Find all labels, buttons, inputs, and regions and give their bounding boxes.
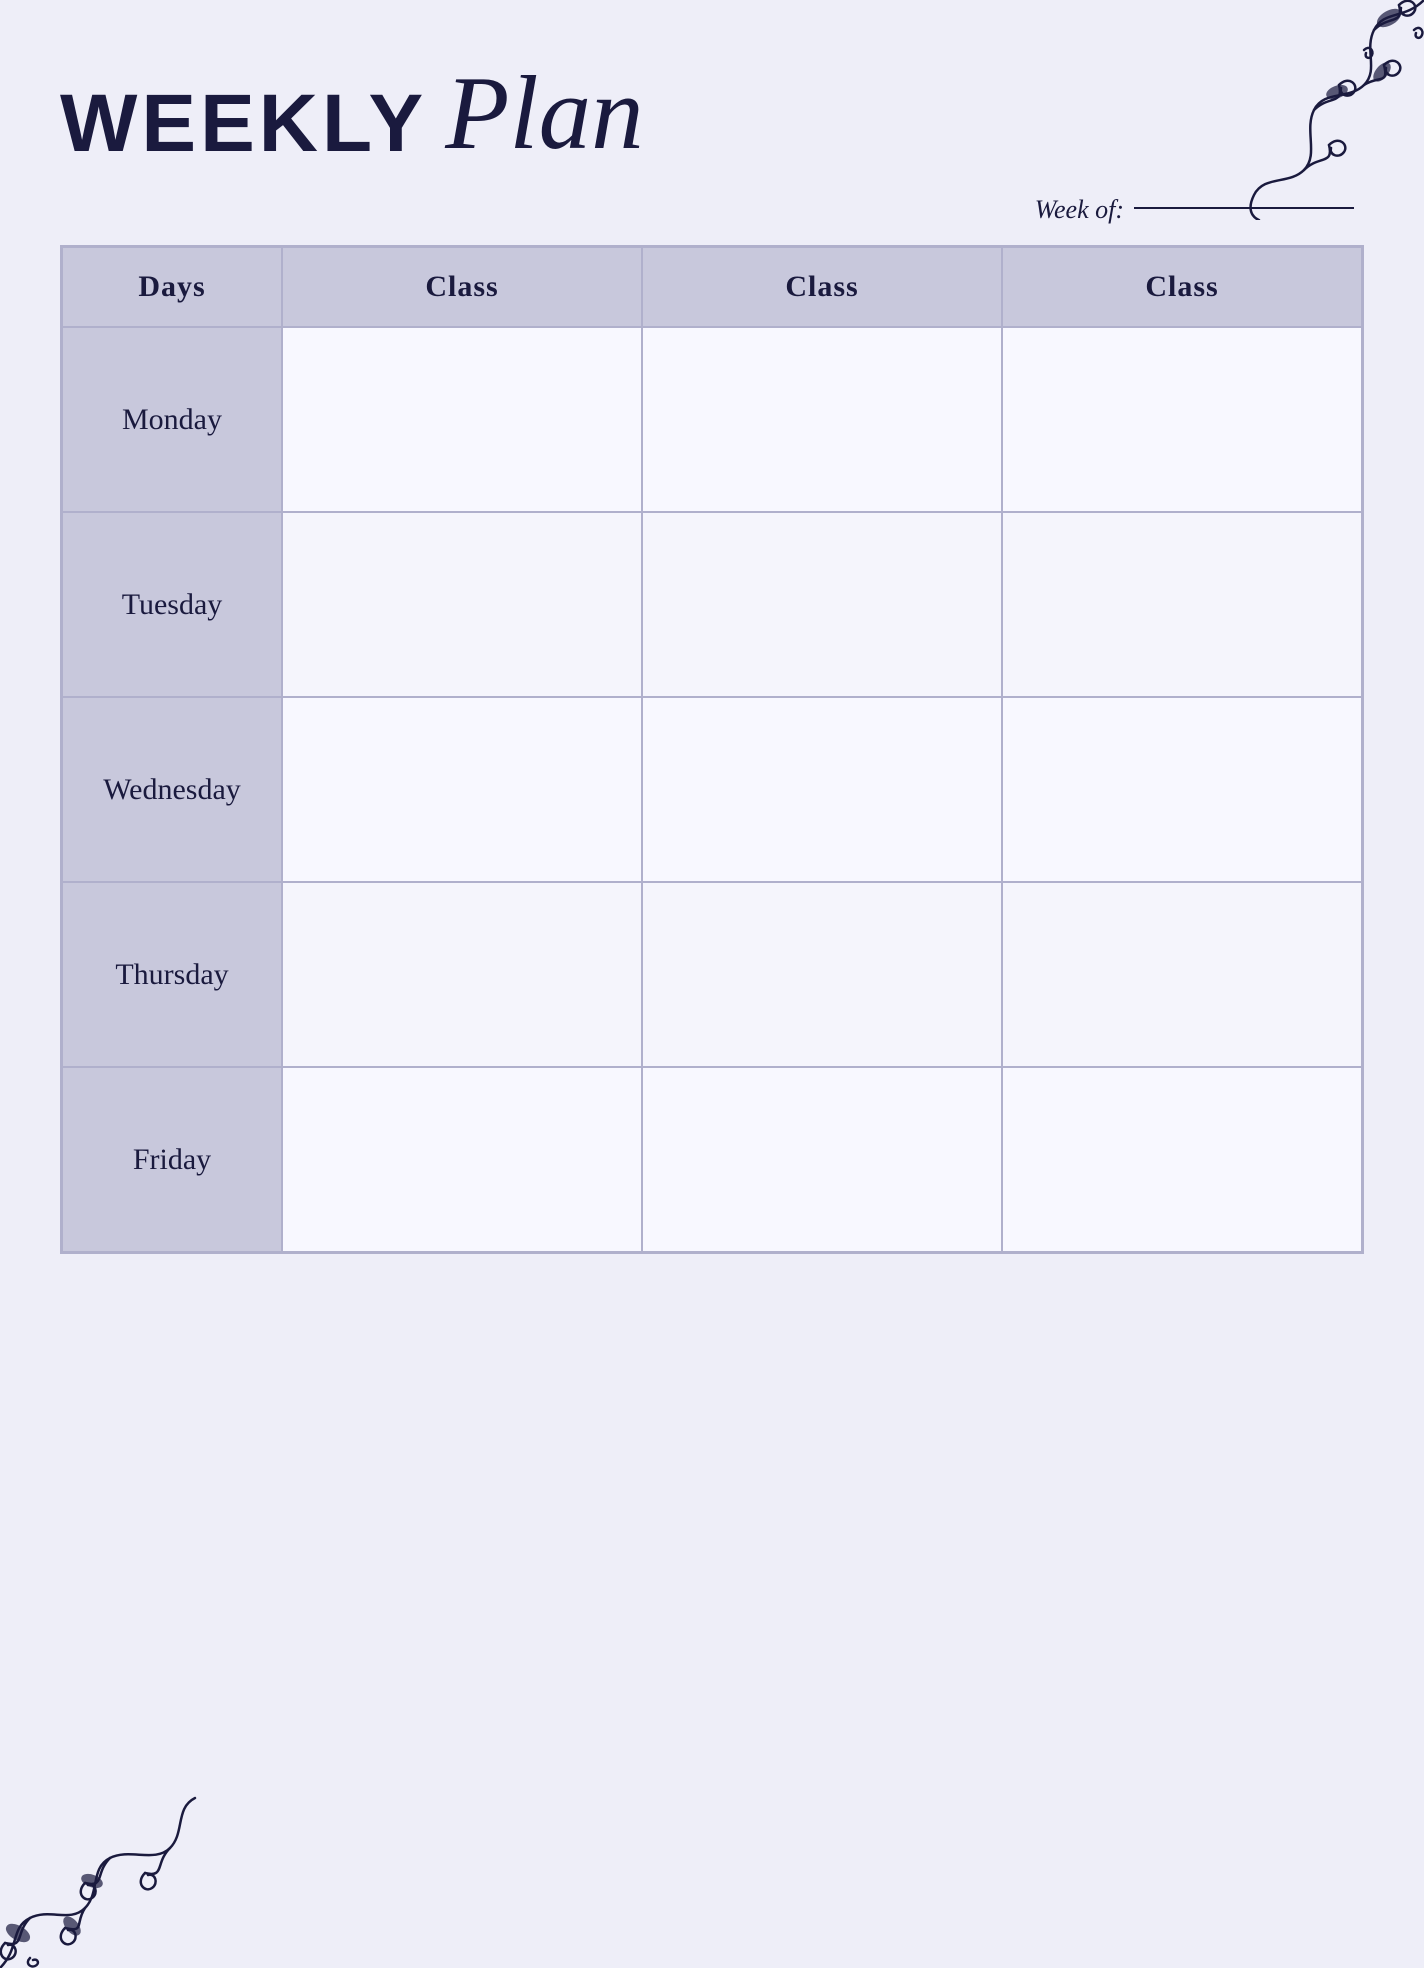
header-days: Days (62, 247, 282, 327)
page-container: WEEKLY Plan Week of: Days Class Class Cl… (0, 0, 1424, 1968)
day-wednesday: Wednesday (62, 697, 282, 882)
table-header: Days Class Class Class (62, 247, 1362, 327)
header-class-1: Class (282, 247, 642, 327)
cell-friday-class1[interactable] (282, 1067, 642, 1252)
cell-friday-class3[interactable] (1002, 1067, 1362, 1252)
day-friday: Friday (62, 1067, 282, 1252)
header-class-3: Class (1002, 247, 1362, 327)
header-row: Days Class Class Class (62, 247, 1362, 327)
week-of-label: Week of: (1035, 195, 1124, 225)
cell-thursday-class3[interactable] (1002, 882, 1362, 1067)
cell-thursday-class2[interactable] (642, 882, 1002, 1067)
header: WEEKLY Plan (60, 60, 1364, 165)
cell-monday-class2[interactable] (642, 327, 1002, 512)
week-of-row: Week of: (60, 195, 1364, 225)
table-row: Friday (62, 1067, 1362, 1252)
table-row: Tuesday (62, 512, 1362, 697)
cell-monday-class3[interactable] (1002, 327, 1362, 512)
table-row: Wednesday (62, 697, 1362, 882)
cell-wednesday-class1[interactable] (282, 697, 642, 882)
day-tuesday: Tuesday (62, 512, 282, 697)
day-thursday: Thursday (62, 882, 282, 1067)
cell-tuesday-class3[interactable] (1002, 512, 1362, 697)
cell-tuesday-class2[interactable] (642, 512, 1002, 697)
cell-friday-class2[interactable] (642, 1067, 1002, 1252)
title-container: WEEKLY Plan (60, 60, 1364, 165)
cell-tuesday-class1[interactable] (282, 512, 642, 697)
floral-decoration-bottom-left (0, 1748, 220, 1968)
table-row: Thursday (62, 882, 1362, 1067)
cell-wednesday-class2[interactable] (642, 697, 1002, 882)
cell-monday-class1[interactable] (282, 327, 642, 512)
title-plan: Plan (445, 60, 643, 165)
table-body: Monday Tuesday Wednesday Thursday (62, 327, 1362, 1252)
cell-thursday-class1[interactable] (282, 882, 642, 1067)
cell-wednesday-class3[interactable] (1002, 697, 1362, 882)
day-monday: Monday (62, 327, 282, 512)
header-class-2: Class (642, 247, 1002, 327)
planner-table: Days Class Class Class Monday Tuesday We… (60, 245, 1364, 1254)
week-of-line (1134, 207, 1354, 209)
title-weekly: WEEKLY (60, 83, 427, 165)
table-row: Monday (62, 327, 1362, 512)
